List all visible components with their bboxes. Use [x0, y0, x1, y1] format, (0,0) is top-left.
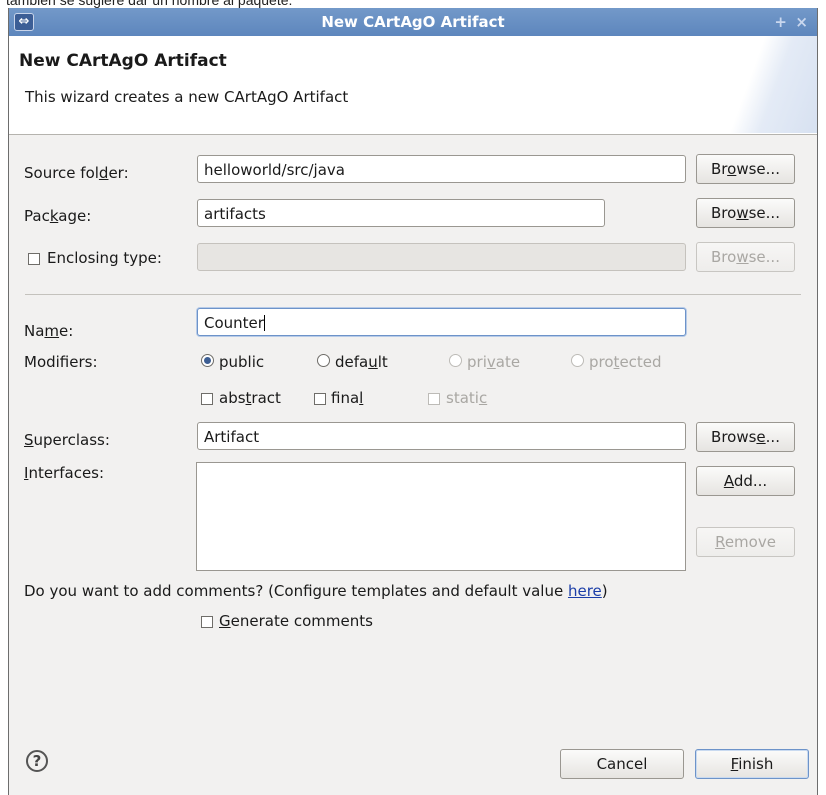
enclosing-type-browse-button[interactable]: Browse...: [696, 242, 795, 272]
superclass-browse-button[interactable]: Browse...: [696, 422, 795, 452]
interfaces-label: Interfaces:: [24, 464, 105, 482]
generate-comments-label: Generate comments: [219, 612, 373, 630]
interfaces-list[interactable]: [196, 462, 686, 571]
public-radio[interactable]: [201, 354, 214, 367]
public-label: public: [219, 353, 265, 371]
enclosing-type-label: Enclosing type:: [47, 249, 162, 267]
window-title: New CArtAgO Artifact: [321, 13, 505, 31]
comments-question: Do you want to add comments? (Configure …: [24, 582, 608, 600]
private-label: private: [467, 353, 521, 371]
static-checkbox[interactable]: [428, 393, 440, 405]
cancel-button[interactable]: Cancel: [560, 749, 684, 779]
header-banner-decoration: [707, 36, 817, 133]
protected-label: protected: [589, 353, 662, 371]
source-folder-browse-button[interactable]: Browse...: [696, 154, 795, 184]
package-label: Package:: [24, 207, 92, 225]
default-label: default: [335, 353, 388, 371]
name-label: Name:: [24, 322, 74, 340]
wizard-dialog: ⇔ New CArtAgO Artifact + × New CArtAgO A…: [8, 8, 818, 795]
pin-icon[interactable]: +: [774, 13, 787, 31]
remove-interface-button[interactable]: Remove: [696, 527, 795, 557]
enclosing-type-input[interactable]: [197, 243, 686, 271]
finish-button[interactable]: Finish: [695, 749, 809, 779]
caption-text: también se sugiere dar un nombre al paqu…: [6, 0, 293, 8]
protected-radio[interactable]: [571, 354, 584, 367]
add-interface-button[interactable]: Add...: [696, 466, 795, 496]
generate-comments-checkbox[interactable]: [201, 616, 213, 628]
static-label: static: [446, 389, 488, 407]
separator: [25, 294, 801, 295]
final-checkbox[interactable]: [314, 393, 326, 405]
private-radio[interactable]: [449, 354, 462, 367]
wizard-header: New CArtAgO Artifact This wizard creates…: [9, 36, 817, 135]
default-radio[interactable]: [317, 354, 330, 367]
package-browse-button[interactable]: Browse...: [696, 198, 795, 228]
superclass-label: Superclass:: [24, 431, 110, 449]
name-input[interactable]: Counter: [197, 308, 686, 336]
close-icon[interactable]: ×: [795, 13, 808, 31]
text-caret: [263, 315, 265, 331]
abstract-label: abstract: [219, 389, 281, 407]
title-bar[interactable]: ⇔ New CArtAgO Artifact + ×: [9, 8, 817, 36]
header-description: This wizard creates a new CArtAgO Artifa…: [25, 88, 349, 106]
final-label: final: [331, 389, 364, 407]
source-folder-label: Source folder:: [24, 164, 129, 182]
source-folder-input[interactable]: helloworld/src/java: [197, 155, 686, 183]
enclosing-type-checkbox[interactable]: [28, 253, 40, 265]
package-input[interactable]: artifacts: [197, 199, 605, 227]
help-icon[interactable]: ?: [26, 750, 48, 772]
configure-here-link[interactable]: here: [568, 582, 602, 600]
name-input-value: Counter: [204, 314, 264, 332]
header-title: New CArtAgO Artifact: [19, 51, 227, 71]
modifiers-label: Modifiers:: [24, 353, 98, 371]
abstract-checkbox[interactable]: [201, 393, 213, 405]
superclass-input[interactable]: Artifact: [197, 422, 686, 450]
